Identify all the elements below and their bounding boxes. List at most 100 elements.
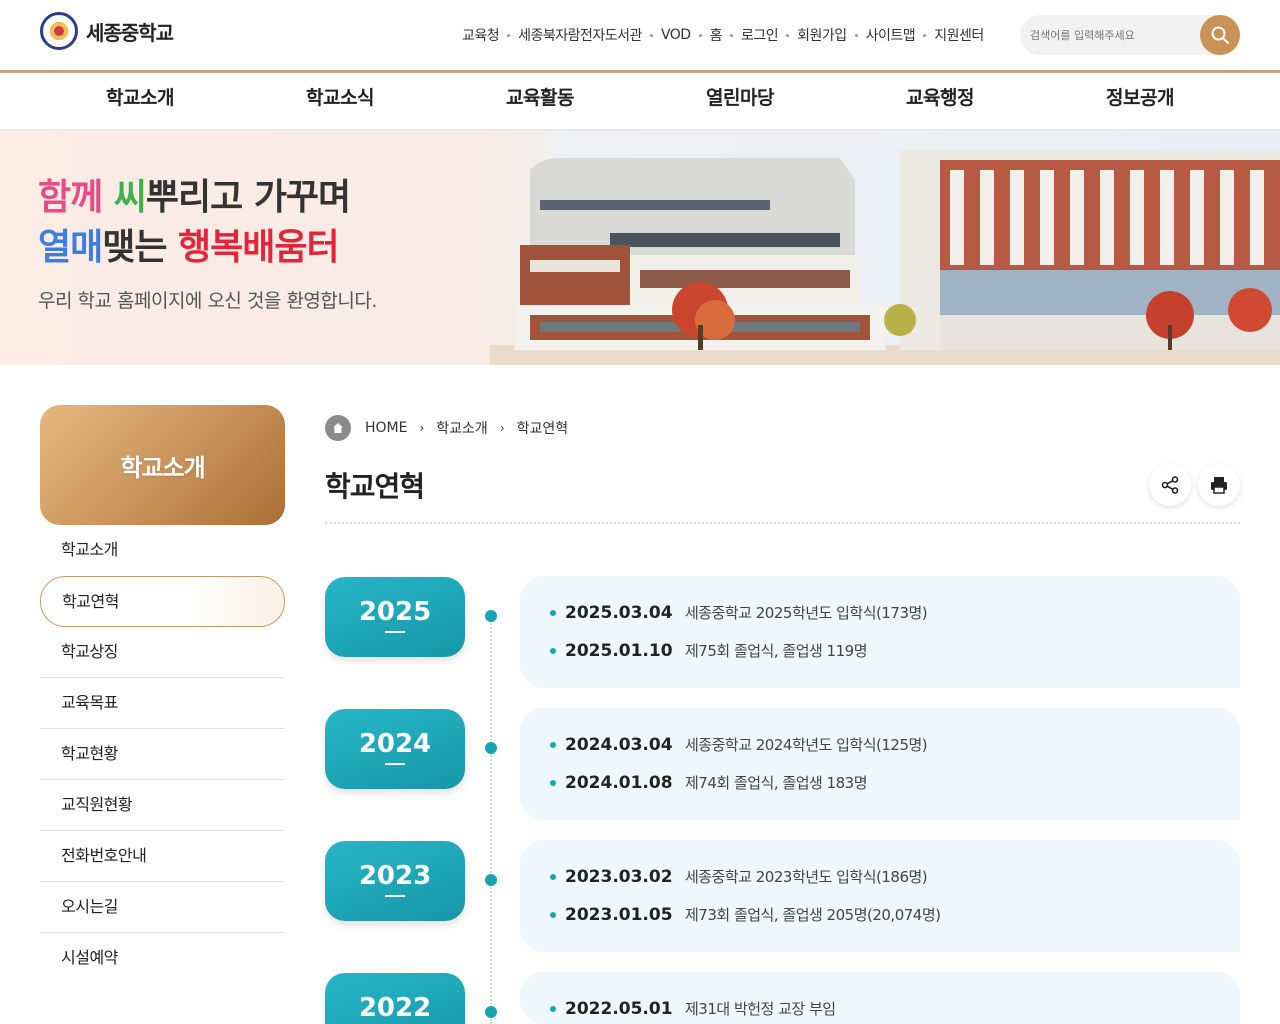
hero-banner: 함께 씨뿌리고 가꾸며 열매맺는 행복배움터 우리 학교 홈페이지에 오신 것을… <box>0 130 1280 365</box>
event-date: 2024.01.08 <box>565 772 673 793</box>
logo-text: 세종중학교 <box>86 20 174 45</box>
separator-dot <box>698 33 702 37</box>
util-link-home[interactable]: 홈 <box>710 25 723 45</box>
side-nav-item-status[interactable]: 학교현황 <box>40 729 285 780</box>
side-nav-item-history[interactable]: 학교연혁 <box>40 576 285 627</box>
separator-dot <box>729 33 733 37</box>
share-icon <box>1161 476 1179 494</box>
bullet-dot <box>550 609 556 616</box>
timeline-line <box>490 620 492 1024</box>
utility-links: 교육청 세종북자람전자도서관 VOD 홈 로그인 회원가입 사이트맵 지원센터 <box>462 25 984 45</box>
year-dash <box>385 763 405 765</box>
util-link-support[interactable]: 지원센터 <box>934 25 984 45</box>
slogan-word: 뿌리고 가꾸며 <box>145 177 351 218</box>
event-description: 세종중학교 2025학년도 입학식(173명) <box>685 604 928 622</box>
event-date: 2025.03.04 <box>565 602 673 623</box>
history-row: 2025.01.10 제75회 졸업식, 졸업생 119명 <box>550 640 868 661</box>
nav-item-open-forum[interactable]: 열린마당 <box>640 73 840 129</box>
event-description: 제74회 졸업식, 졸업생 183명 <box>685 774 868 792</box>
site-logo[interactable]: 세종중학교 <box>40 12 174 50</box>
history-row: 2022.05.01 제31대 박헌정 교장 부임 <box>550 998 836 1019</box>
event-description: 제31대 박헌정 교장 부임 <box>685 1000 836 1018</box>
side-nav-item-directions[interactable]: 오시는길 <box>40 882 285 933</box>
util-link-office[interactable]: 교육청 <box>462 25 500 45</box>
year-badge: 2024 <box>325 709 465 789</box>
event-date: 2023.03.02 <box>565 866 673 887</box>
lnb-title: 학교소개 <box>40 405 285 525</box>
event-description: 세종중학교 2024학년도 입학식(125명) <box>685 736 928 754</box>
year-label: 2022 <box>358 993 432 1023</box>
util-link-login[interactable]: 로그인 <box>741 25 779 45</box>
bullet-dot <box>550 911 556 918</box>
nav-item-school-intro[interactable]: 학교소개 <box>40 73 240 129</box>
year-badge: 2025 <box>325 577 465 657</box>
side-nav-item-symbols[interactable]: 학교상징 <box>40 627 285 678</box>
search-box <box>1020 15 1240 55</box>
history-row: 2023.01.05 제73회 졸업식, 졸업생 205명(20,074명) <box>550 904 941 925</box>
share-button[interactable] <box>1149 464 1191 506</box>
side-nav: 학교소개 학교연혁 학교상징 교육목표 학교현황 교직원현황 전화번호안내 오시… <box>40 525 285 984</box>
bullet-dot <box>550 647 556 654</box>
nav-item-administration[interactable]: 교육행정 <box>840 73 1040 129</box>
home-icon[interactable] <box>325 415 351 441</box>
side-nav-item-facility-reservation[interactable]: 시설예약 <box>40 933 285 984</box>
util-link-library[interactable]: 세종북자람전자도서관 <box>518 25 642 45</box>
separator-dot <box>786 33 790 37</box>
timeline-dot <box>485 610 497 622</box>
event-date: 2023.01.05 <box>565 904 673 925</box>
event-description: 세종중학교 2023학년도 입학식(186명) <box>685 868 928 886</box>
school-building-image <box>470 130 1280 365</box>
history-row: 2024.01.08 제74회 졸업식, 졸업생 183명 <box>550 772 868 793</box>
event-description: 제75회 졸업식, 졸업생 119명 <box>685 642 868 660</box>
slogan-word: 씨 <box>113 177 147 218</box>
timeline-dot <box>485 1006 497 1018</box>
history-card: 2023.03.02 세종중학교 2023학년도 입학식(186명) 2023.… <box>520 840 1240 952</box>
util-link-sitemap[interactable]: 사이트맵 <box>866 25 916 45</box>
timeline-dot <box>485 742 497 754</box>
nav-item-activities[interactable]: 교육활동 <box>440 73 640 129</box>
page-title: 학교연혁 <box>325 470 425 503</box>
nav-item-disclosure[interactable]: 정보공개 <box>1040 73 1240 129</box>
breadcrumb-current[interactable]: 학교연혁 <box>517 418 569 438</box>
year-badge: 2023 <box>325 841 465 921</box>
history-row: 2025.03.04 세종중학교 2025학년도 입학식(173명) <box>550 602 928 623</box>
side-nav-item-goals[interactable]: 교육목표 <box>40 678 285 729</box>
history-row: 2024.03.04 세종중학교 2024학년도 입학식(125명) <box>550 734 928 755</box>
search-button[interactable] <box>1200 15 1240 55</box>
separator-dot <box>923 33 927 37</box>
year-label: 2025 <box>358 597 432 627</box>
breadcrumb-section[interactable]: 학교소개 <box>436 418 488 438</box>
separator-dot <box>649 33 653 37</box>
history-row: 2023.03.02 세종중학교 2023학년도 입학식(186명) <box>550 866 928 887</box>
slogan-word: 행복배움터 <box>178 227 340 268</box>
history-card: 2025.03.04 세종중학교 2025학년도 입학식(173명) 2025.… <box>520 576 1240 688</box>
print-button[interactable] <box>1198 464 1240 506</box>
history-card: 2024.03.04 세종중학교 2024학년도 입학식(125명) 2024.… <box>520 708 1240 820</box>
year-label: 2023 <box>358 861 432 891</box>
side-nav-item-phone[interactable]: 전화번호안내 <box>40 831 285 882</box>
event-date: 2025.01.10 <box>565 640 673 661</box>
bullet-dot <box>550 779 556 786</box>
search-input[interactable] <box>1030 25 1190 45</box>
separator-dot <box>854 33 858 37</box>
slogan-word: 맺는 <box>102 227 167 268</box>
bullet-dot <box>550 873 556 880</box>
side-nav-item-school-intro[interactable]: 학교소개 <box>40 525 285 576</box>
slogan-word: 열매 <box>38 227 103 268</box>
main-nav: 학교소개 학교소식 교육활동 열린마당 교육행정 정보공개 <box>0 73 1280 130</box>
side-nav-item-staff[interactable]: 교직원현황 <box>40 780 285 831</box>
util-link-signup[interactable]: 회원가입 <box>797 25 847 45</box>
title-divider <box>325 522 1240 524</box>
slogan-word: 함께 <box>38 177 103 218</box>
nav-item-school-news[interactable]: 학교소식 <box>240 73 440 129</box>
bullet-dot <box>550 741 556 748</box>
print-icon <box>1211 477 1227 494</box>
banner-welcome-text: 우리 학교 홈페이지에 오신 것을 환영합니다. <box>38 290 377 312</box>
site-header: 세종중학교 교육청 세종북자람전자도서관 VOD 홈 로그인 회원가입 사이트맵… <box>0 0 1280 70</box>
chevron-right-icon: › <box>499 421 505 435</box>
breadcrumb-home[interactable]: HOME <box>365 420 407 436</box>
util-link-vod[interactable]: VOD <box>661 27 691 43</box>
year-dash <box>385 895 405 897</box>
year-dash <box>385 631 405 633</box>
history-card: 2022.05.01 제31대 박헌정 교장 부임 <box>520 972 1240 1024</box>
